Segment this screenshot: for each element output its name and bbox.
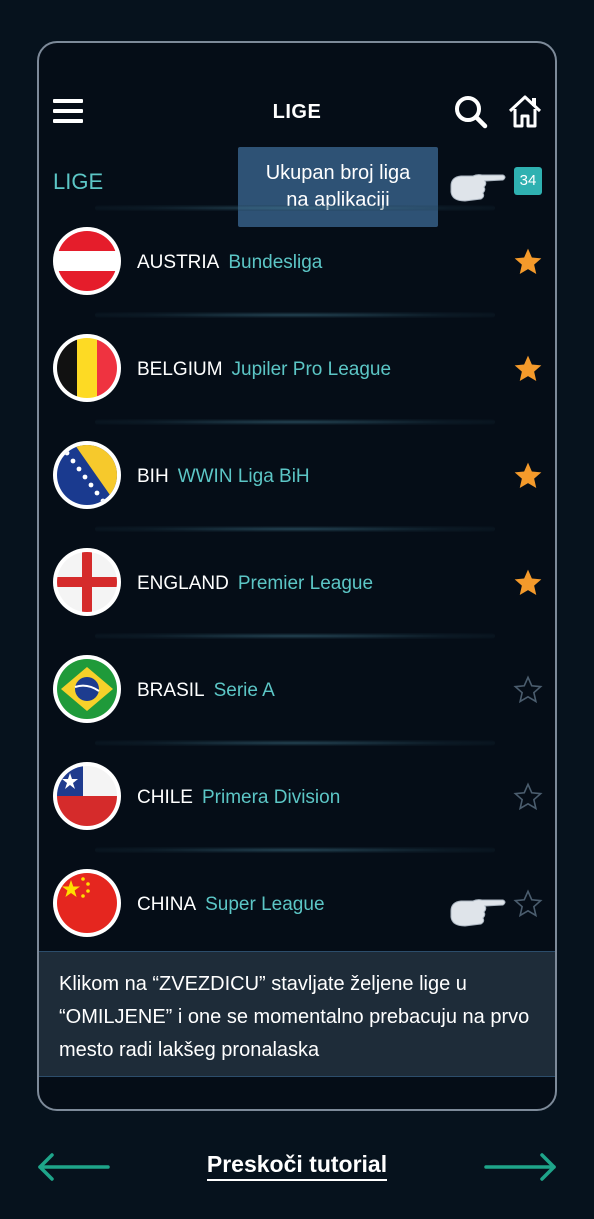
country-name: CHILE (137, 787, 193, 808)
country-name: BRASIL (137, 680, 205, 701)
league-row-austria[interactable]: AUSTRIA Bundesliga (39, 210, 555, 316)
league-name: Premier League (237, 573, 374, 594)
country-name: CHINA (137, 894, 197, 915)
phone-frame: LIGE LIGE 34 Ukupan broj liga na aplikac… (37, 41, 557, 1111)
star-outline-icon[interactable] (512, 781, 544, 813)
league-name: Bundesliga (228, 252, 323, 273)
austria-flag (53, 227, 121, 295)
league-count-badge: 34 (514, 167, 542, 195)
league-name: Jupiler Pro League (231, 359, 392, 380)
country-name: BIH (137, 466, 169, 487)
belgium-flag (53, 334, 121, 402)
league-row-england[interactable]: ENGLAND Premier League (39, 531, 555, 637)
chile-flag (53, 762, 121, 830)
league-name: Super League (205, 894, 325, 915)
star-outline-icon[interactable] (512, 888, 544, 920)
section-label: LIGE (53, 169, 104, 194)
pointing-hand-icon (450, 174, 506, 202)
star-filled-icon[interactable] (512, 567, 544, 599)
bih-flag (53, 441, 121, 509)
hint-box: Klikom na “ZVEZDICU” stavljate željene l… (39, 951, 555, 1077)
league-name: Serie A (213, 680, 275, 701)
search-icon[interactable] (454, 95, 488, 129)
england-flag (53, 548, 121, 616)
country-name: AUSTRIA (137, 252, 220, 273)
league-name: Primera Division (201, 787, 341, 808)
skip-tutorial-link[interactable]: Preskoči tutorial (206, 1151, 388, 1181)
arrow-right-icon[interactable] (484, 1152, 558, 1182)
league-name: WWIN Liga BiH (177, 466, 310, 487)
country-name: BELGIUM (137, 359, 223, 380)
brasil-flag (53, 655, 121, 723)
star-filled-icon[interactable] (512, 246, 544, 278)
star-filled-icon[interactable] (512, 460, 544, 492)
tooltip-line: Ukupan broj liga (265, 162, 411, 184)
league-row-china[interactable]: CHINA Super League (39, 852, 555, 958)
league-row-chile[interactable]: CHILE Primera Division (39, 745, 555, 851)
home-icon[interactable] (507, 93, 543, 129)
country-name: ENGLAND (137, 573, 229, 594)
league-row-bih[interactable]: BIH WWIN Liga BiH (39, 424, 555, 530)
hint-text: Klikom na “ZVEZDICU” stavljate željene l… (59, 973, 530, 1061)
star-filled-icon[interactable] (512, 353, 544, 385)
china-flag (53, 869, 121, 937)
league-row-brasil[interactable]: BRASIL Serie A (39, 638, 555, 744)
star-outline-icon[interactable] (512, 674, 544, 706)
league-row-belgium[interactable]: BELGIUM Jupiler Pro League (39, 317, 555, 423)
